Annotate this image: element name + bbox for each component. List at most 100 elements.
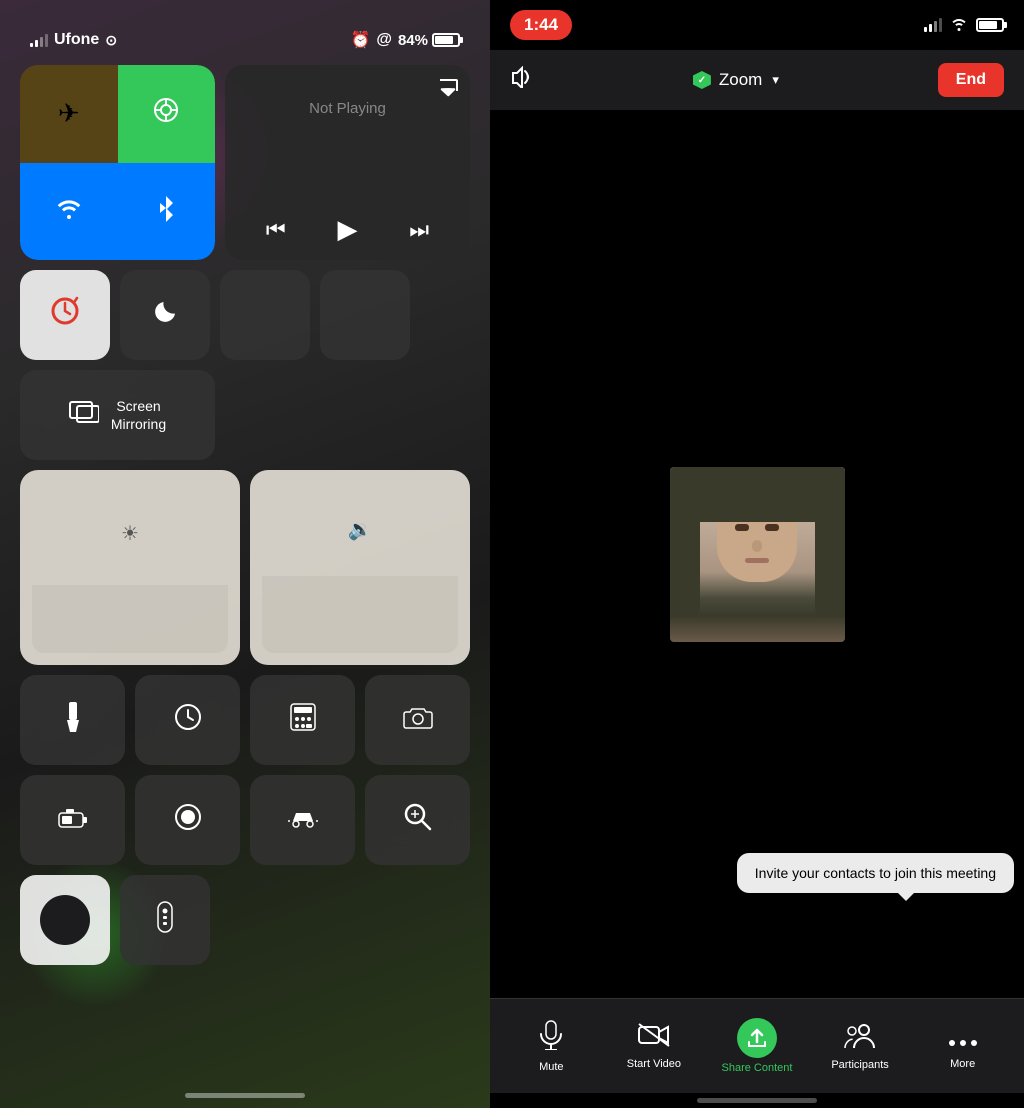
do-not-disturb-button[interactable]	[120, 270, 210, 360]
hair-left	[670, 497, 700, 617]
alarm-icon: ⏰	[350, 30, 370, 50]
empty-slot-2[interactable]	[320, 270, 410, 360]
dark-mode-button[interactable]	[20, 875, 110, 965]
status-bar-right: 1:44	[490, 0, 1024, 50]
airplane-icon: ✈	[58, 98, 80, 129]
start-video-label: Start Video	[627, 1058, 681, 1070]
airplay-icon[interactable]	[438, 77, 458, 102]
right-status-icons	[924, 17, 1004, 34]
screen-mirroring-label: Screen Mirroring	[111, 397, 166, 433]
share-content-button[interactable]: Share Content	[722, 1018, 793, 1074]
icons-grid-2	[20, 775, 470, 865]
battery-percent: 84%	[398, 32, 428, 49]
brightness-slider[interactable]: ☀	[20, 470, 240, 665]
end-meeting-button[interactable]: End	[938, 63, 1004, 97]
mute-button[interactable]: Mute	[516, 1020, 586, 1073]
hair-right	[815, 497, 845, 617]
control-center-grid: ✈	[20, 65, 470, 975]
now-playing-status: Not Playing	[240, 100, 455, 117]
zoom-toolbar: Mute Start Video Share Content	[490, 998, 1024, 1093]
more-label: More	[950, 1058, 975, 1070]
battery-case-icon	[58, 805, 88, 836]
location-icon: @	[376, 31, 392, 49]
screen-mirror-row: Screen Mirroring	[20, 370, 470, 460]
wifi-status-icon: ⊙	[105, 32, 117, 49]
mute-icon	[537, 1020, 565, 1057]
volume-slider[interactable]: 🔉	[250, 470, 470, 665]
nose	[752, 540, 762, 552]
screen-mirroring-button[interactable]: Screen Mirroring	[20, 370, 215, 460]
play-button[interactable]: ▶	[337, 214, 357, 245]
audio-speaker-icon[interactable]	[510, 66, 534, 94]
icons-grid-1	[20, 675, 470, 765]
dark-mode-icon	[40, 895, 90, 945]
tv-remote-button[interactable]	[120, 875, 210, 965]
battery-status: 84%	[398, 32, 460, 49]
camera-button[interactable]	[365, 675, 470, 765]
lock-rotation-icon	[48, 294, 82, 336]
screen-record-icon	[174, 803, 202, 838]
rewind-button[interactable]: ⏮	[266, 217, 286, 243]
moon-icon	[150, 297, 180, 334]
airplane-mode-button[interactable]: ✈	[20, 65, 118, 163]
video-area: Invite your contacts to join this meetin…	[490, 110, 1024, 998]
wifi-button[interactable]	[20, 163, 118, 261]
magnifier-button[interactable]	[365, 775, 470, 865]
cellular-button[interactable]	[118, 65, 216, 163]
battery-info: ⏰ @ 84%	[350, 30, 460, 50]
more-button[interactable]: More	[928, 1023, 998, 1070]
zoom-panel: 1:44 ✓	[490, 0, 1024, 1108]
home-indicator-left	[185, 1093, 305, 1098]
carrier-name: Ufone	[54, 31, 99, 49]
battery-fill	[435, 36, 453, 44]
zoom-label: Zoom	[719, 70, 762, 90]
bluetooth-button[interactable]	[118, 163, 216, 261]
empty-slot-1[interactable]	[220, 270, 310, 360]
connectivity-block: ✈	[20, 65, 215, 260]
media-player-block: Not Playing ⏮ ▶ ⏭	[225, 65, 470, 260]
video-off-icon	[638, 1023, 670, 1054]
calculator-button[interactable]	[250, 675, 355, 765]
invite-tooltip[interactable]: Invite your contacts to join this meetin…	[737, 853, 1014, 893]
right-eye	[765, 524, 779, 531]
speaker-half-icon: 🔉	[348, 517, 373, 542]
screen-record-button[interactable]	[135, 775, 240, 865]
carrier-info: Ufone ⊙	[30, 31, 117, 49]
share-content-icon	[737, 1018, 777, 1058]
media-controls: ⏮ ▶ ⏭	[240, 214, 455, 245]
home-indicator-right	[697, 1098, 817, 1103]
last-row	[20, 875, 470, 965]
fast-forward-button[interactable]: ⏭	[409, 217, 429, 243]
signal-icon	[30, 33, 48, 47]
cellular-icon	[153, 97, 179, 130]
participant-face	[670, 467, 845, 642]
remote-icon	[156, 901, 174, 940]
start-video-button[interactable]: Start Video	[619, 1023, 689, 1070]
carplay-button[interactable]	[250, 775, 355, 865]
brightness-fill	[32, 585, 228, 653]
second-row	[20, 270, 470, 360]
participants-label: Participants	[831, 1059, 888, 1071]
screen-time-button[interactable]	[135, 675, 240, 765]
camera-icon	[403, 705, 433, 736]
battery-icon	[432, 33, 460, 47]
top-row: ✈	[20, 65, 470, 260]
volume-fill	[262, 576, 458, 653]
zoom-title-area[interactable]: ✓ Zoom ▾	[693, 70, 779, 90]
status-bar-left: Ufone ⊙ ⏰ @ 84%	[20, 20, 470, 65]
battery-case-button[interactable]	[20, 775, 125, 865]
invite-tooltip-text: Invite your contacts to join this meetin…	[755, 865, 996, 881]
bluetooth-icon	[157, 194, 175, 229]
cellular-signal-icon	[924, 18, 942, 32]
share-content-label: Share Content	[722, 1062, 793, 1074]
battery-right-fill	[979, 21, 997, 29]
participants-button[interactable]: Participants	[825, 1022, 895, 1071]
participants-icon	[844, 1022, 876, 1055]
zoom-header: ✓ Zoom ▾ End	[490, 50, 1024, 110]
flashlight-button[interactable]	[20, 675, 125, 765]
zoom-chevron-icon: ▾	[772, 72, 779, 88]
sun-icon: ☀	[121, 521, 139, 546]
wifi-icon	[55, 196, 83, 227]
screen-time-icon	[174, 703, 202, 738]
lock-rotation-button[interactable]	[20, 270, 110, 360]
